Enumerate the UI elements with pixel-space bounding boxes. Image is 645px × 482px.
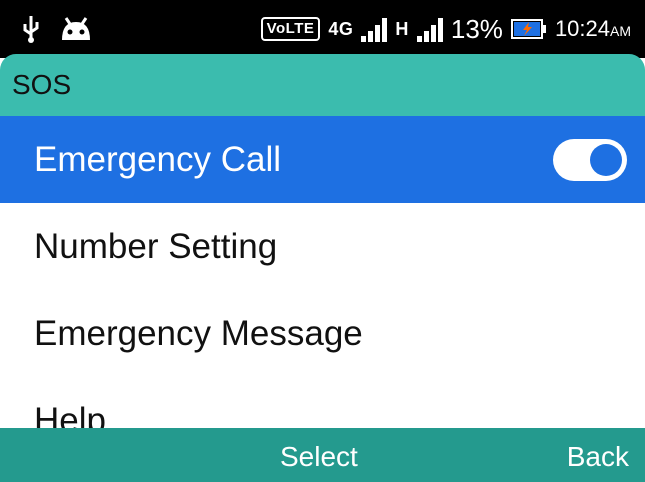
network-type-h: H bbox=[395, 18, 409, 39]
menu-item-emergency-call[interactable]: Emergency Call bbox=[0, 116, 645, 203]
toggle-knob bbox=[590, 144, 622, 176]
select-softkey[interactable]: Select bbox=[280, 441, 358, 473]
android-icon bbox=[58, 16, 94, 42]
emergency-call-toggle[interactable] bbox=[553, 139, 627, 181]
screen-title: SOS bbox=[0, 54, 645, 116]
battery-percent: 13% bbox=[450, 13, 503, 44]
signal-icon bbox=[361, 16, 388, 42]
menu-item-label: Number Setting bbox=[34, 226, 278, 266]
clock-time: 10:24 bbox=[554, 16, 610, 41]
back-softkey[interactable]: Back bbox=[567, 441, 629, 473]
menu-item-number-setting[interactable]: Number Setting bbox=[0, 203, 645, 290]
network-type-4g: 4G bbox=[328, 18, 354, 39]
status-bar: VoLTE 4G H 13% 10:24AM bbox=[0, 0, 645, 58]
clock-ampm: AM bbox=[610, 23, 631, 39]
clock: 10:24AM bbox=[555, 16, 631, 42]
battery-charging-icon bbox=[510, 19, 547, 39]
menu-item-label: Emergency Message bbox=[34, 313, 363, 353]
menu-item-emergency-message[interactable]: Emergency Message bbox=[0, 290, 645, 377]
volte-badge: VoLTE bbox=[260, 17, 321, 41]
signal-icon-2 bbox=[416, 16, 443, 42]
sos-menu: Emergency Call Number Setting Emergency … bbox=[0, 116, 645, 437]
menu-item-label: Emergency Call bbox=[34, 139, 282, 179]
softkey-bar: Select Back bbox=[0, 428, 645, 482]
usb-icon bbox=[22, 14, 40, 44]
